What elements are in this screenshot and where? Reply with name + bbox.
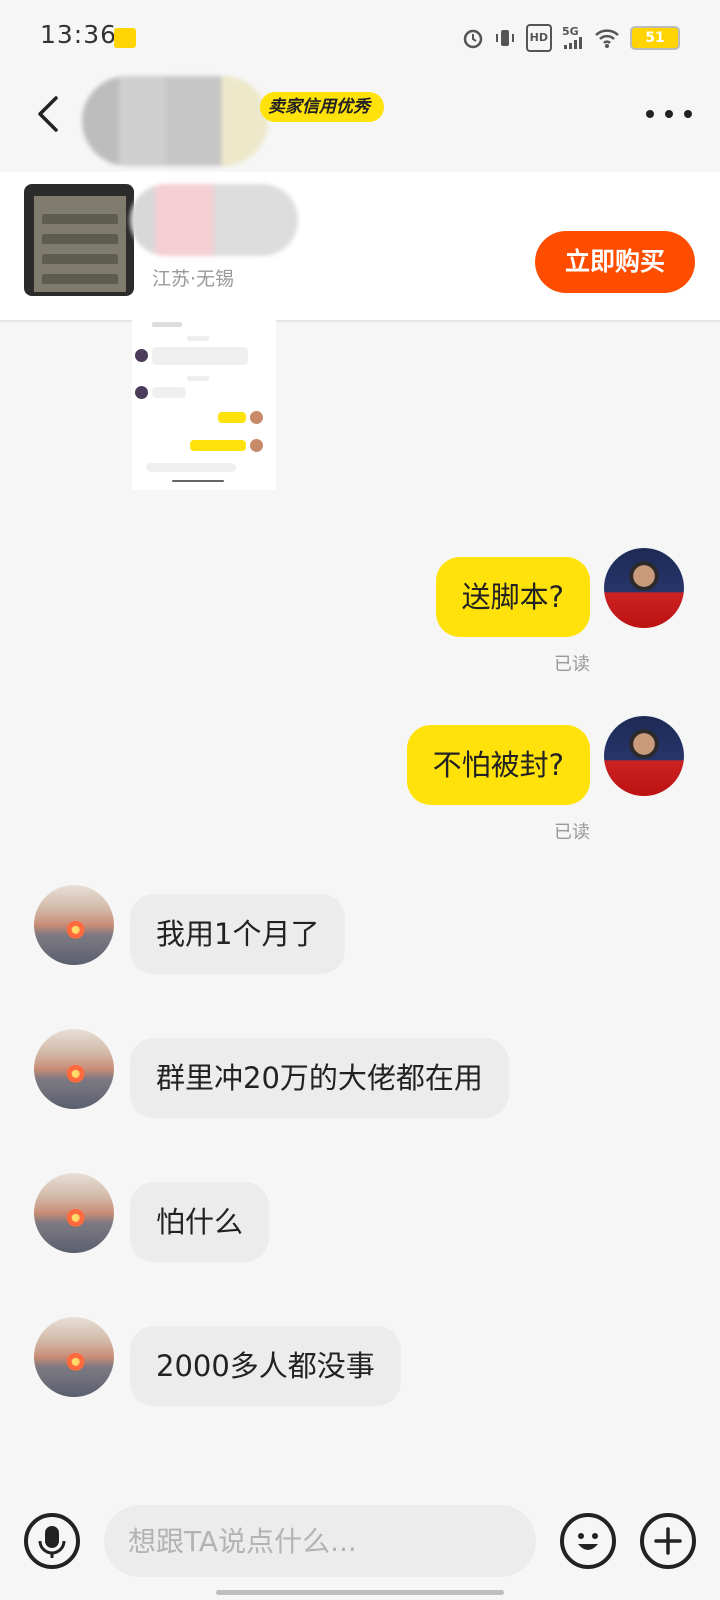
plus-icon bbox=[654, 1527, 682, 1555]
product-thumbnail[interactable] bbox=[24, 184, 134, 296]
message-bubble-incoming[interactable]: 2000多人都没事 bbox=[130, 1326, 401, 1406]
product-thumbnail-image bbox=[34, 196, 126, 292]
message-bubble-outgoing[interactable]: 送脚本? bbox=[435, 557, 590, 637]
my-avatar[interactable] bbox=[604, 548, 684, 628]
voice-input-button[interactable] bbox=[24, 1513, 80, 1569]
more-icon[interactable] bbox=[646, 110, 692, 124]
seller-credit-badge: 卖家信用优秀 bbox=[260, 92, 384, 122]
battery-icon: 51 bbox=[630, 26, 680, 50]
signal-icon: 5G bbox=[562, 26, 584, 50]
more-dot bbox=[665, 110, 673, 118]
message-input[interactable] bbox=[104, 1505, 536, 1577]
seller-avatar[interactable] bbox=[34, 1317, 114, 1397]
wifi-icon bbox=[594, 26, 620, 50]
vibrate-icon bbox=[494, 26, 516, 50]
message-bubble-incoming[interactable]: 怕什么 bbox=[130, 1182, 270, 1262]
product-title-blurred bbox=[130, 184, 298, 256]
my-avatar[interactable] bbox=[604, 716, 684, 796]
read-status: 已读 bbox=[554, 822, 590, 843]
product-location: 江苏·无锡 bbox=[152, 268, 235, 290]
hd-icon: HD bbox=[525, 24, 552, 52]
status-icons: HD 5G 51 bbox=[462, 24, 680, 52]
status-time: 13:36 bbox=[40, 20, 118, 49]
seller-avatar[interactable] bbox=[34, 1029, 114, 1109]
network-type: 5G bbox=[562, 25, 579, 38]
message-bubble-incoming[interactable]: 群里冲20万的大佬都在用 bbox=[130, 1038, 509, 1118]
product-card[interactable]: 江苏·无锡 立即购买 bbox=[0, 172, 720, 322]
home-indicator[interactable] bbox=[216, 1590, 504, 1595]
message-bubble-incoming[interactable]: 我用1个月了 bbox=[130, 894, 346, 974]
back-button[interactable] bbox=[30, 94, 66, 134]
emoji-icon bbox=[578, 1533, 598, 1550]
app-notification-icon bbox=[114, 28, 136, 48]
read-status: 已读 bbox=[554, 654, 590, 675]
alarm-icon bbox=[462, 26, 484, 50]
emoji-button[interactable] bbox=[560, 1513, 616, 1569]
shared-screenshot-image[interactable] bbox=[132, 320, 276, 490]
more-actions-button[interactable] bbox=[640, 1513, 696, 1569]
message-bubble-outgoing[interactable]: 不怕被封? bbox=[406, 725, 590, 805]
seller-name-blurred[interactable] bbox=[82, 76, 268, 166]
seller-avatar[interactable] bbox=[34, 885, 114, 965]
more-dot bbox=[646, 110, 654, 118]
more-dot bbox=[684, 110, 692, 118]
buy-now-button[interactable]: 立即购买 bbox=[535, 231, 695, 293]
chat-header: 卖家信用优秀 bbox=[0, 68, 720, 166]
seller-avatar[interactable] bbox=[34, 1173, 114, 1253]
back-arrow-icon bbox=[38, 96, 58, 132]
microphone-icon bbox=[38, 1526, 66, 1558]
